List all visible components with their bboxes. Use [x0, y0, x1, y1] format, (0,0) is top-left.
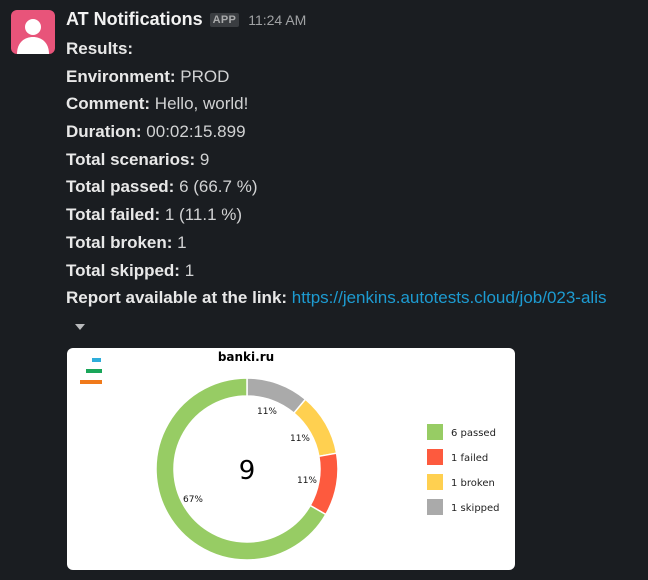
legend-swatch-failed	[427, 449, 443, 465]
message-timestamp[interactable]: 11:24 AM	[248, 12, 306, 28]
report-row: Total passed: 6 (66.7 %)	[66, 177, 258, 197]
chart-title: banki.ru	[218, 350, 274, 364]
report-row: Comment: Hello, world!	[66, 94, 249, 114]
message-header: AT Notifications APP 11:24 AM	[66, 9, 306, 30]
legend-label-failed: 1 failed	[451, 453, 488, 464]
user-avatar-icon	[17, 19, 49, 54]
app-badge: APP	[209, 12, 240, 27]
logo-bar-orange	[80, 380, 102, 384]
sender-name[interactable]: AT Notifications	[66, 9, 203, 30]
allure-logo-icon	[80, 358, 102, 384]
report-row: Total scenarios: 9	[66, 149, 210, 169]
report-text: Results: Environment: PROD Comment: Hell…	[66, 35, 606, 312]
percent-label-skipped: 11%	[257, 407, 277, 417]
report-link[interactable]: https://jenkins.autotests.cloud/job/023-…	[292, 288, 607, 307]
report-row: Total failed: 1 (11.1 %)	[66, 205, 243, 225]
report-row: Total skipped: 1	[66, 260, 195, 280]
avatar[interactable]	[11, 10, 55, 54]
legend-label-skipped: 1 skipped	[451, 503, 500, 514]
report-row: Total broken: 1	[66, 232, 187, 252]
legend-swatch-broken	[427, 474, 443, 490]
legend-label-broken: 1 broken	[451, 478, 495, 489]
chart-attachment[interactable]: banki.ru 11% 11% 11% 67% 9 6 passed 1 failed…	[67, 348, 515, 570]
chart-center-total: 9	[239, 456, 256, 486]
percent-label-passed: 67%	[183, 495, 203, 505]
report-row: Environment: PROD	[66, 66, 230, 86]
report-link-row: Report available at the link: https://je…	[66, 288, 607, 308]
slice-broken	[292, 398, 338, 458]
logo-bar-blue	[92, 358, 101, 362]
donut-chart: banki.ru 11% 11% 11% 67% 9 6 passed 1 failed…	[80, 350, 500, 561]
logo-bar-green	[86, 369, 102, 373]
legend-label-passed: 6 passed	[451, 428, 496, 439]
caret-down-icon[interactable]	[75, 324, 85, 330]
chart-legend: 6 passed 1 failed 1 broken 1 skipped	[427, 424, 500, 515]
percent-label-broken: 11%	[290, 434, 310, 444]
legend-swatch-passed	[427, 424, 443, 440]
percent-label-failed: 11%	[297, 476, 317, 486]
legend-swatch-skipped	[427, 499, 443, 515]
results-heading: Results:	[66, 39, 134, 58]
report-row: Duration: 00:02:15.899	[66, 122, 246, 142]
